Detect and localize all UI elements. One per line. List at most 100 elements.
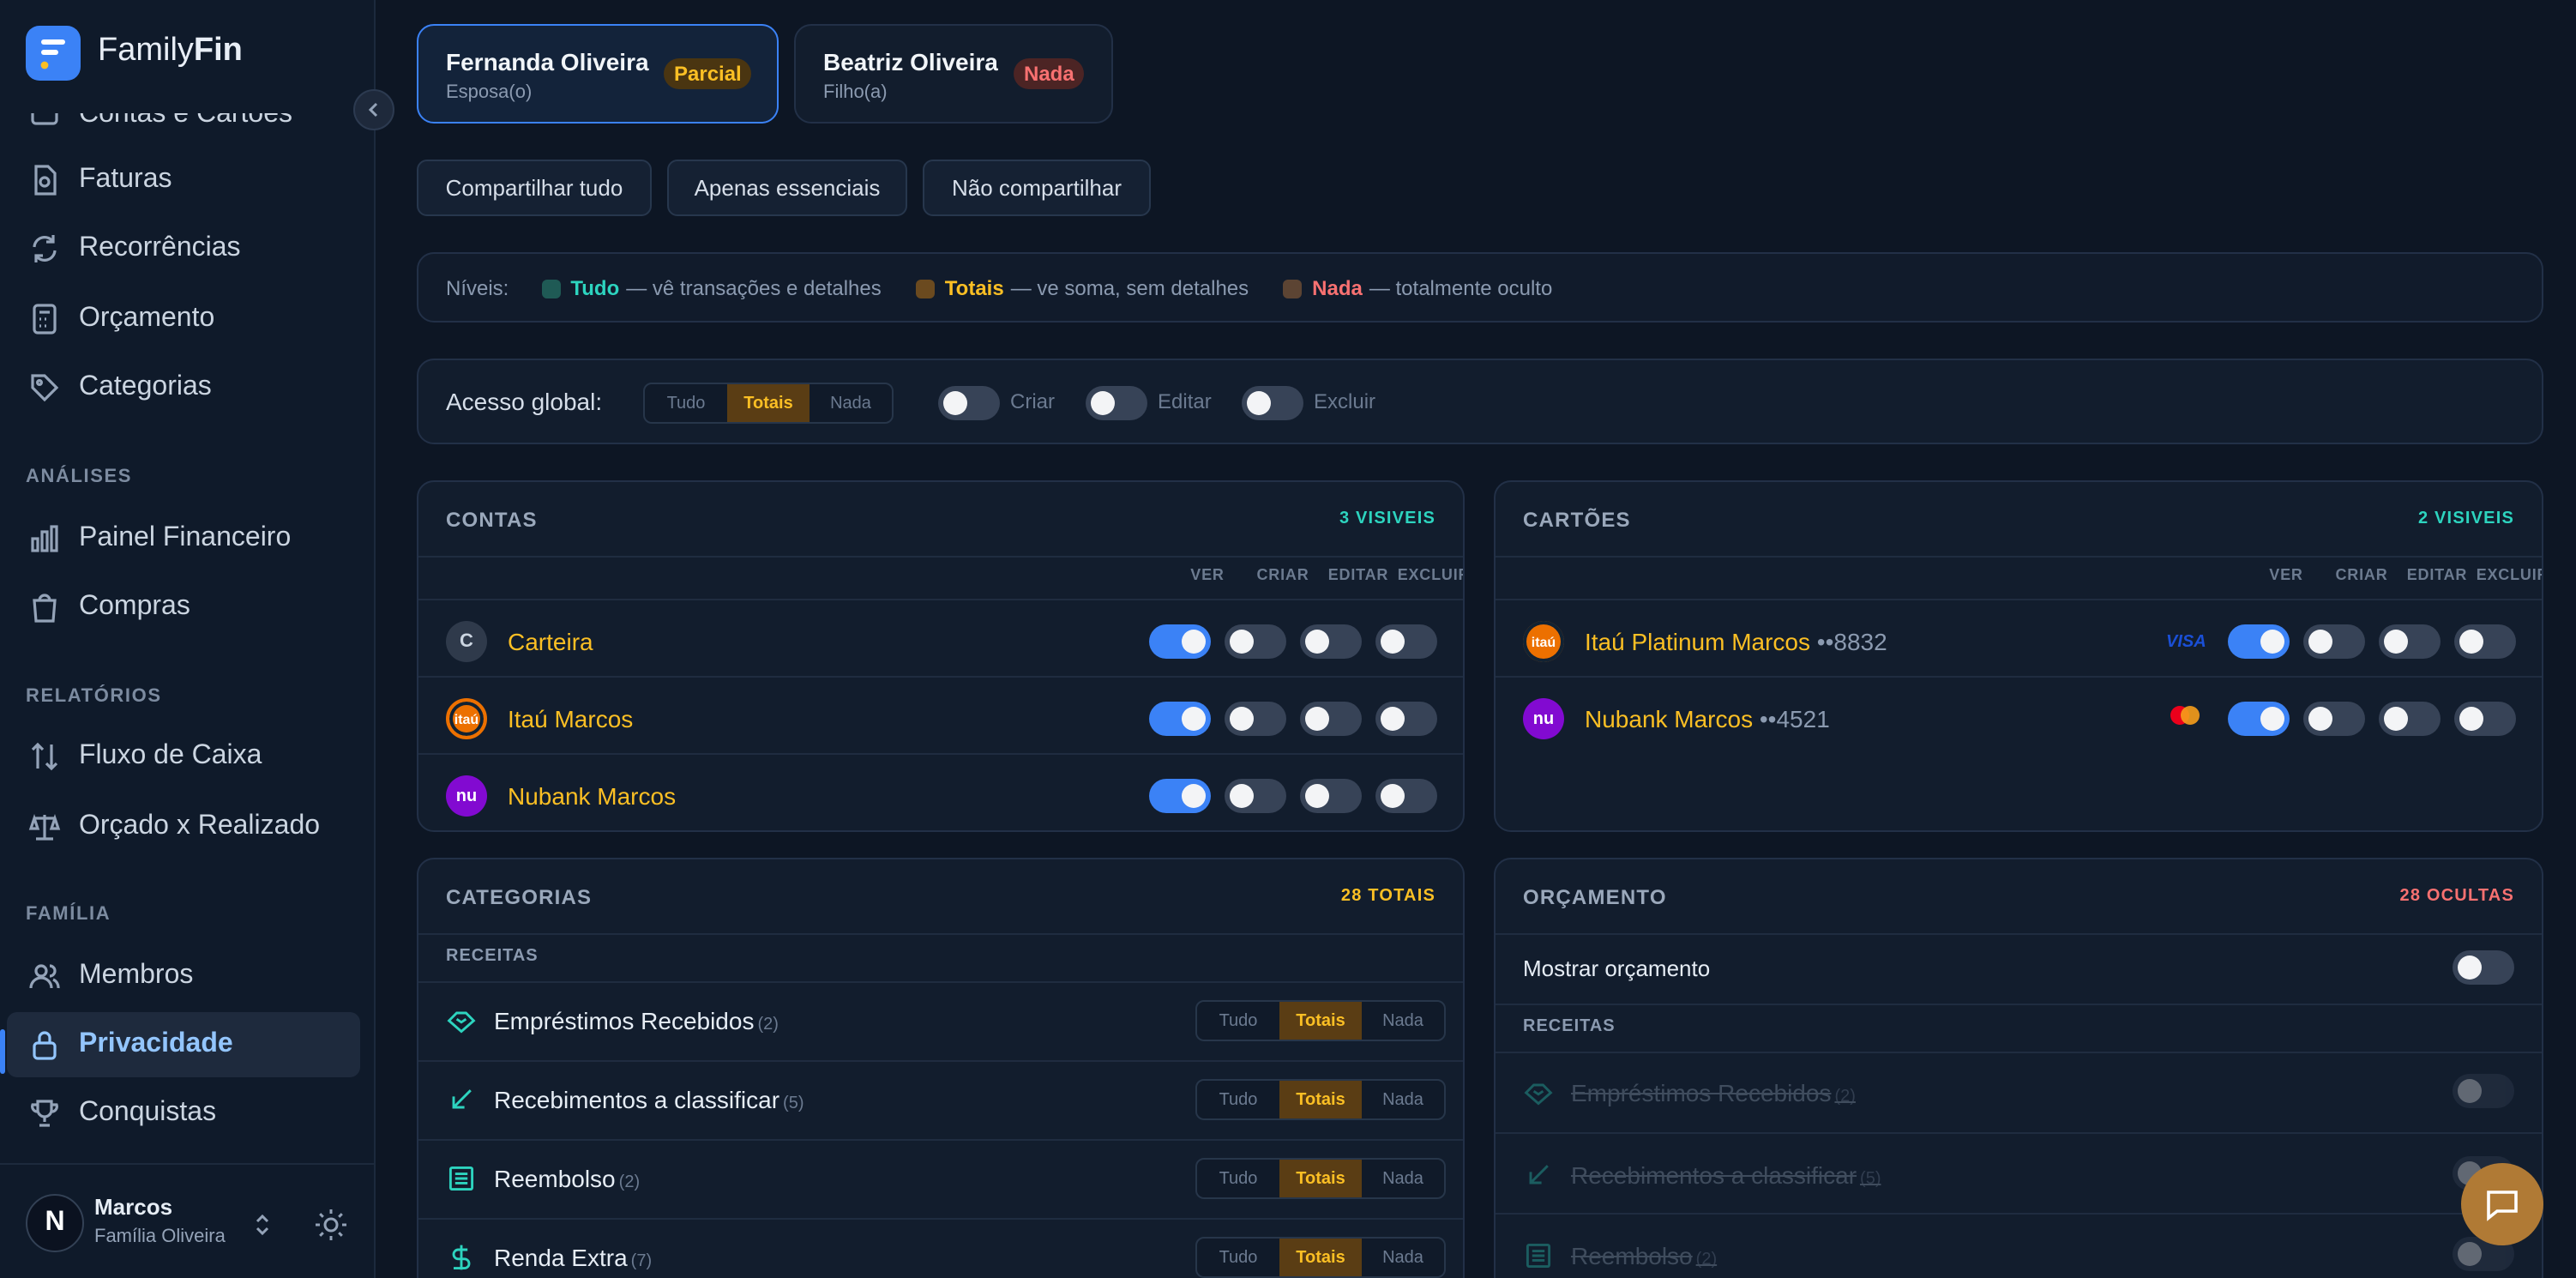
sidebar-item-faturas[interactable]: Faturas [7, 148, 360, 213]
option-tudo[interactable]: Tudo [1197, 1081, 1279, 1118]
global-access-label: Acesso global: [446, 388, 603, 415]
sidebar-item-recorrencias[interactable]: Recorrências [7, 216, 360, 281]
category-name: Reembolso (2) [1571, 1242, 1718, 1269]
category-level-selector[interactable]: Tudo Totais Nada [1195, 1079, 1446, 1120]
global-edit-toggle[interactable] [1086, 386, 1147, 420]
member-tab-beatriz[interactable]: Beatriz Oliveira Filho(a) Nada [794, 24, 1113, 124]
toggle-excluir[interactable] [1375, 702, 1437, 736]
option-tudo[interactable]: Tudo [645, 384, 727, 422]
toggle-editar[interactable] [1300, 779, 1362, 813]
sidebar-item-categorias[interactable]: Categorias [7, 355, 360, 420]
toggle-ver[interactable] [1149, 779, 1211, 813]
option-totais[interactable]: Totais [1279, 1239, 1362, 1276]
sidebar-item-painel-financeiro[interactable]: Painel Financeiro [7, 506, 360, 571]
show-budget-label: Mostrar orçamento [1523, 955, 1711, 981]
option-nada[interactable]: Nada [1362, 1160, 1444, 1197]
toggle-editar[interactable] [2379, 702, 2441, 736]
card-title: ORÇAMENTO [1523, 885, 1667, 909]
global-level-selector[interactable]: Tudo Totais Nada [643, 383, 894, 424]
toggle-editar[interactable] [1300, 702, 1362, 736]
level-totais-desc: — ve soma, sem detalhes [1010, 276, 1249, 300]
levels-legend: Níveis: Tudo — vê transações e detalhes … [417, 252, 2543, 323]
option-totais[interactable]: Totais [1279, 1081, 1362, 1118]
member-status-badge: Nada [1014, 58, 1085, 89]
global-delete-toggle[interactable] [1242, 386, 1303, 420]
member-tab-fernanda[interactable]: Fernanda Oliveira Esposa(o) Parcial [417, 24, 779, 124]
visa-icon: VISA [2166, 633, 2206, 652]
sidebar-item-privacidade[interactable]: Privacidade [7, 1012, 360, 1077]
lock-icon [33, 1031, 57, 1060]
sidebar-item-contas-cartoes[interactable]: Contas e Cartões [7, 113, 360, 141]
option-tudo[interactable]: Tudo [1197, 1002, 1279, 1040]
nada-swatch [1283, 279, 1303, 298]
group-receitas: RECEITAS [1523, 1017, 1616, 1036]
toggle-excluir[interactable] [1375, 624, 1437, 659]
option-tudo[interactable]: Tudo [1197, 1239, 1279, 1276]
option-tudo[interactable]: Tudo [1197, 1160, 1279, 1197]
member-name: Beatriz Oliveira [823, 48, 998, 75]
toggle-ver[interactable] [2228, 702, 2290, 736]
option-nada[interactable]: Nada [810, 384, 892, 422]
card-last4: ••4521 [1759, 705, 1830, 732]
account-name: Carteira [508, 628, 593, 655]
preset-essentials-button[interactable]: Apenas essenciais [667, 160, 907, 216]
preset-share-all-button[interactable]: Compartilhar tudo [417, 160, 652, 216]
criar-label: Criar [1010, 389, 1055, 413]
sidebar-item-fluxo-caixa[interactable]: Fluxo de Caixa [7, 724, 360, 789]
handshake-icon [1524, 1083, 1553, 1106]
toggle-ver[interactable] [1149, 702, 1211, 736]
toggle-criar[interactable] [1225, 779, 1286, 813]
chat-button[interactable] [2461, 1163, 2543, 1245]
option-totais[interactable]: Totais [1279, 1160, 1362, 1197]
toggle-criar[interactable] [1225, 702, 1286, 736]
active-indicator [0, 1029, 5, 1074]
card-title: CONTAS [446, 508, 538, 532]
level-tudo-desc: — vê transações e detalhes [626, 276, 882, 300]
user-switcher[interactable]: N Marcos Família Oliveira [0, 1163, 374, 1278]
option-nada[interactable]: Nada [1362, 1002, 1444, 1040]
col-editar: EDITAR [1327, 566, 1389, 583]
collapse-sidebar-button[interactable] [353, 89, 394, 130]
card-title: CATEGORIAS [446, 885, 593, 909]
toggle-ver[interactable] [1149, 624, 1211, 659]
cards-card: CARTÕES 2 VISIVEIS VER CRIAR EDITAR EXCL… [1494, 480, 2543, 832]
toggle-criar[interactable] [2303, 702, 2365, 736]
sidebar-item-conquistas[interactable]: Conquistas [7, 1081, 360, 1146]
toggle-criar[interactable] [2303, 624, 2365, 659]
brand-name: FamilyFin [98, 33, 243, 69]
sidebar-item-orcado-realizado[interactable]: Orçado x Realizado [7, 794, 360, 859]
category-level-selector[interactable]: Tudo Totais Nada [1195, 1158, 1446, 1199]
toggle-excluir[interactable] [2454, 702, 2516, 736]
app-logo-icon[interactable] [26, 26, 81, 81]
budget-category-toggle[interactable] [2453, 1074, 2514, 1108]
toggle-excluir[interactable] [1375, 779, 1437, 813]
chevron-updown-icon[interactable] [254, 1213, 271, 1237]
show-budget-toggle[interactable] [2453, 950, 2514, 985]
sidebar-item-compras[interactable]: Compras [7, 575, 360, 640]
sun-icon[interactable] [314, 1208, 348, 1242]
toggle-editar[interactable] [1300, 624, 1362, 659]
preset-none-button[interactable]: Não compartilhar [923, 160, 1151, 216]
itau-logo-icon: itaú [446, 698, 487, 739]
category-name: Reembolso (2) [494, 1165, 641, 1192]
sidebar-item-orcamento[interactable]: Orçamento [7, 286, 360, 352]
user-name: Marcos [94, 1194, 173, 1220]
toggle-criar[interactable] [1225, 624, 1286, 659]
toggle-excluir[interactable] [2454, 624, 2516, 659]
toggle-editar[interactable] [2379, 624, 2441, 659]
option-totais[interactable]: Totais [1279, 1002, 1362, 1040]
chat-icon [2487, 1191, 2518, 1221]
option-nada[interactable]: Nada [1362, 1081, 1444, 1118]
toggle-ver[interactable] [2228, 624, 2290, 659]
col-editar: EDITAR [2406, 566, 2468, 583]
option-totais[interactable]: Totais [727, 384, 810, 422]
option-nada[interactable]: Nada [1362, 1239, 1444, 1276]
category-name: Recebimentos a classificar (5) [1571, 1161, 1881, 1189]
global-create-toggle[interactable] [938, 386, 1000, 420]
category-level-selector[interactable]: Tudo Totais Nada [1195, 1000, 1446, 1041]
sidebar-item-membros[interactable]: Membros [7, 943, 360, 1009]
category-level-selector[interactable]: Tudo Totais Nada [1195, 1237, 1446, 1278]
refresh-icon [33, 235, 57, 262]
col-ver: VER [1190, 566, 1225, 583]
card-title: CARTÕES [1523, 508, 1631, 532]
